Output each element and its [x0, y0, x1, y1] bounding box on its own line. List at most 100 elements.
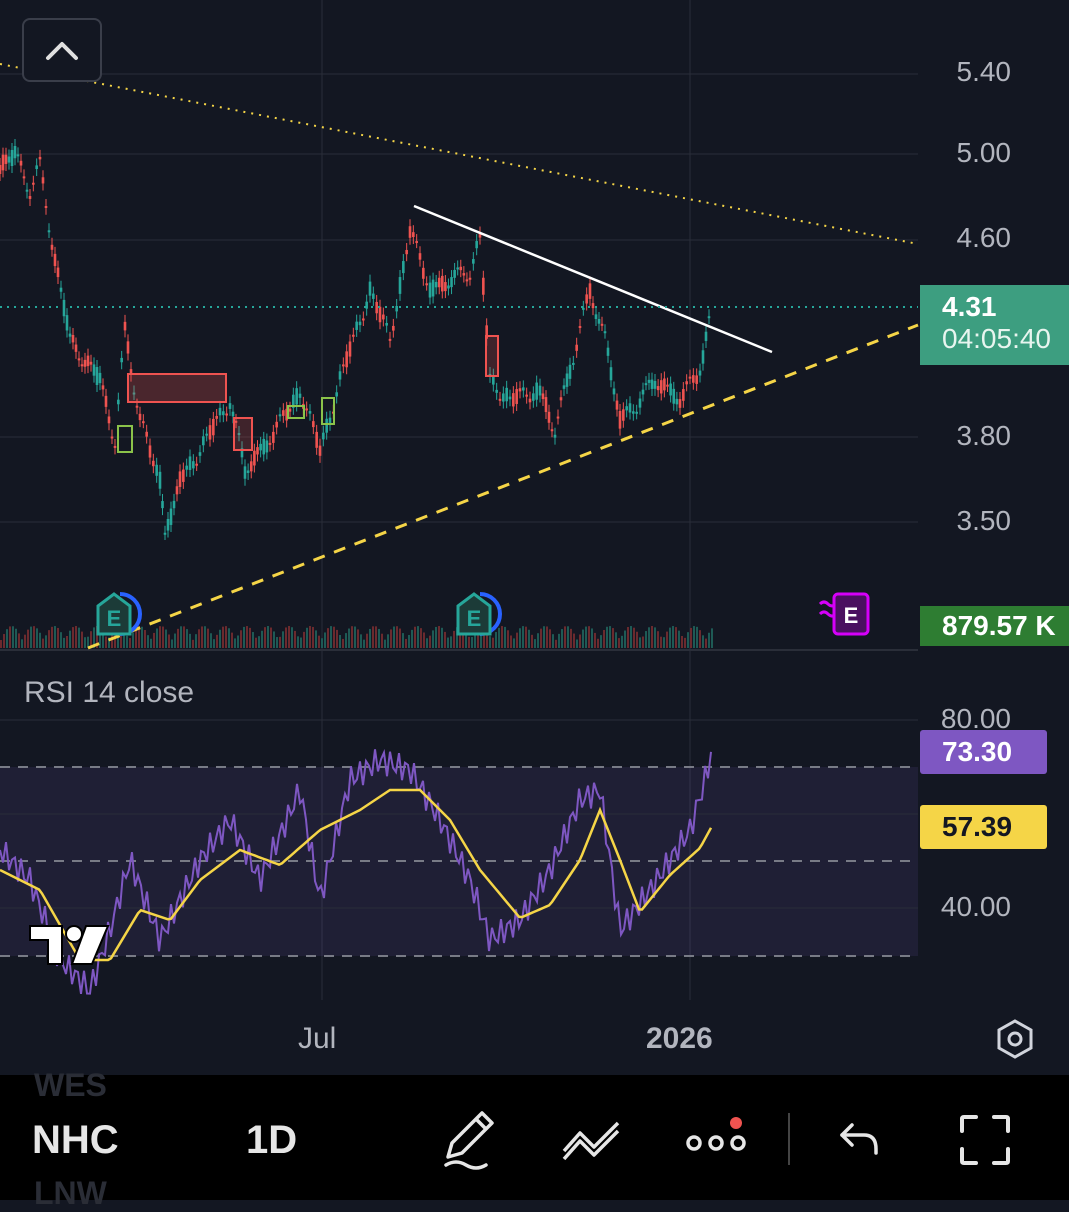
candle-body: [532, 393, 535, 401]
volume-bar: [219, 629, 221, 648]
volume-bar: [522, 626, 524, 648]
volume-bar: [348, 628, 350, 648]
draw-pencil-icon[interactable]: [440, 1107, 500, 1171]
candle-body: [202, 436, 205, 446]
volume-bar: [651, 626, 653, 648]
volume-bar: [420, 628, 422, 648]
volume-bar: [342, 638, 344, 648]
symbol-button[interactable]: NHC: [32, 1115, 119, 1165]
candle-body: [98, 372, 102, 384]
volume-bar: [414, 626, 416, 648]
candle-body: [692, 375, 695, 383]
volume-bar: [507, 630, 509, 648]
volume-bar: [258, 636, 260, 648]
candle-body: [228, 403, 232, 409]
volume-bar: [390, 629, 392, 648]
volume-bar: [672, 626, 674, 648]
price-axis-label: 3.80: [956, 420, 1012, 451]
volume-bar: [129, 638, 131, 648]
candle-body: [553, 434, 557, 438]
candle-body: [701, 350, 705, 364]
more-icon[interactable]: [684, 1115, 748, 1165]
volume-bar: [180, 626, 182, 648]
candle-body: [243, 466, 247, 479]
candle-body: [282, 410, 285, 416]
last-price-badge: 4.31 04:05:40: [920, 285, 1069, 365]
earnings-marker[interactable]: E: [94, 590, 142, 638]
volume-bar: [168, 634, 170, 648]
volume-bar: [69, 630, 71, 648]
candle-body: [74, 344, 78, 352]
volume-bar: [369, 628, 371, 648]
candle-body: [259, 443, 262, 451]
volume-bar: [603, 630, 605, 648]
volume-bar: [660, 636, 662, 648]
volume-bar: [615, 632, 617, 648]
chart-settings-icon[interactable]: [994, 1018, 1036, 1060]
candle-body: [456, 267, 459, 270]
volume-bar: [252, 632, 254, 648]
upcoming-earnings-marker[interactable]: E: [818, 590, 872, 638]
candle-body: [547, 411, 551, 423]
earnings-marker[interactable]: E: [454, 590, 502, 638]
volume-bar: [249, 627, 251, 648]
candle-body: [110, 436, 114, 439]
candle-body: [663, 378, 666, 391]
volume-bar: [561, 629, 563, 648]
ghost-watchlist-item: LNW: [34, 1175, 107, 1211]
price-chart[interactable]: [0, 0, 1069, 1075]
toolbar-divider: [788, 1113, 790, 1165]
volume-bar: [312, 626, 314, 648]
candle-body: [459, 266, 463, 271]
undo-icon[interactable]: [838, 1117, 882, 1161]
candle-body: [405, 249, 408, 255]
volume-bar: [42, 638, 44, 648]
volume-bar: [48, 630, 50, 648]
candle-body: [641, 389, 645, 395]
time-axis-label: 2026: [646, 1022, 713, 1055]
fullscreen-icon[interactable]: [958, 1113, 1012, 1167]
volume-bar: [696, 626, 698, 648]
candle-body: [328, 417, 332, 424]
descending-trendline: [413, 204, 773, 354]
volume-bar: [525, 626, 527, 648]
volume-bar: [447, 637, 449, 648]
volume-bar: [36, 628, 38, 648]
candle-body: [362, 318, 365, 321]
volume-bar: [705, 638, 707, 648]
volume-bar: [72, 627, 74, 648]
candle-body: [13, 146, 17, 159]
volume-bar: [228, 628, 230, 648]
interval-button[interactable]: 1D: [246, 1115, 297, 1165]
volume-bar: [636, 631, 638, 648]
volume-bar: [633, 627, 635, 648]
candle-body: [135, 405, 139, 408]
candle-body: [92, 364, 96, 376]
candle-body: [208, 425, 212, 440]
volume-bar: [690, 627, 692, 648]
candle-body: [538, 385, 542, 396]
volume-bar: [639, 637, 641, 648]
candle-body: [22, 176, 26, 179]
indicators-icon[interactable]: [560, 1115, 626, 1165]
candle-body: [594, 314, 598, 319]
candle-body: [609, 367, 613, 381]
candle-body: [434, 281, 438, 288]
volume-bar: [693, 626, 695, 648]
collapse-button[interactable]: [22, 18, 102, 82]
volume-bar: [3, 634, 5, 648]
candle-body: [16, 154, 20, 157]
candle-body: [606, 347, 610, 356]
candle-body: [704, 331, 708, 342]
candle-body: [615, 400, 619, 410]
candle-body: [288, 408, 292, 412]
candle-body: [508, 396, 512, 400]
candle-body: [104, 395, 108, 407]
volume-bar: [663, 637, 665, 648]
candle-body: [585, 294, 588, 304]
candle-body: [83, 359, 87, 367]
candle-body: [528, 398, 532, 403]
volume-bar: [243, 626, 245, 648]
volume-bar: [303, 631, 305, 648]
candle-body: [175, 486, 179, 495]
